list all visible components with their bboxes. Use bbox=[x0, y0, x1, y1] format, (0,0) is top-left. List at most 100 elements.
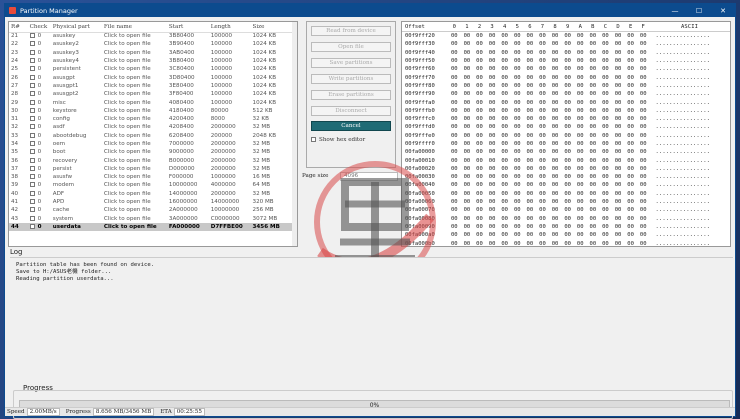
hex-byte[interactable]: 00 bbox=[549, 116, 562, 122]
hex-byte[interactable]: 00 bbox=[461, 66, 474, 72]
hex-byte[interactable]: 00 bbox=[624, 116, 637, 122]
hex-byte[interactable]: 00 bbox=[612, 108, 625, 114]
hex-byte[interactable]: 00 bbox=[574, 191, 587, 197]
hex-row[interactable]: 00fa00040 00 00 00 00 00 00 00 00 00 00 00 00 00 00 00 0… bbox=[402, 181, 730, 189]
hex-byte[interactable]: 00 bbox=[612, 141, 625, 147]
hex-byte[interactable]: 00 bbox=[473, 124, 486, 130]
hex-byte[interactable]: 00 bbox=[599, 91, 612, 97]
hex-byte[interactable]: 00 bbox=[624, 199, 637, 205]
hex-byte[interactable]: 00 bbox=[549, 83, 562, 89]
table-row[interactable]: 31 0 config Click to open file 4200400 8000 32… bbox=[9, 115, 297, 123]
hex-byte[interactable]: 00 bbox=[524, 124, 537, 130]
hex-byte[interactable]: 00 bbox=[511, 174, 524, 180]
hex-byte[interactable]: 00 bbox=[461, 232, 474, 238]
table-row[interactable]: 39 0 modem Click to open file 10000000 400000… bbox=[9, 181, 297, 189]
hex-byte[interactable]: 00 bbox=[461, 33, 474, 39]
hex-byte[interactable]: 00 bbox=[637, 133, 650, 139]
table-row[interactable]: 38 0 asusfw Click to open file F000000 100000… bbox=[9, 173, 297, 181]
file-name-link[interactable]: Click to open file bbox=[102, 190, 167, 198]
file-name-link[interactable]: Click to open file bbox=[102, 107, 167, 115]
row-checkbox[interactable] bbox=[29, 207, 35, 213]
hex-byte[interactable]: 00 bbox=[473, 141, 486, 147]
hex-byte[interactable]: 00 bbox=[524, 91, 537, 97]
hex-byte[interactable]: 00 bbox=[536, 83, 549, 89]
hex-byte[interactable]: 00 bbox=[511, 232, 524, 238]
hex-byte[interactable]: 00 bbox=[624, 241, 637, 246]
hex-byte[interactable]: 00 bbox=[612, 174, 625, 180]
hex-byte[interactable]: 00 bbox=[587, 191, 600, 197]
hex-byte[interactable]: 00 bbox=[612, 33, 625, 39]
table-row[interactable]: 29 0 misc Click to open file 4080400 100000 10… bbox=[9, 98, 297, 106]
hex-byte[interactable]: 00 bbox=[536, 149, 549, 155]
hex-byte[interactable]: 00 bbox=[511, 50, 524, 56]
hex-byte[interactable]: 00 bbox=[624, 166, 637, 172]
hex-row[interactable]: 00fa00000 00 00 00 00 00 00 00 00 00 00 00 00 00 00 00 0… bbox=[402, 148, 730, 156]
hex-byte[interactable]: 00 bbox=[473, 33, 486, 39]
hex-row[interactable]: 00fa000a0 00 00 00 00 00 00 00 00 00 00 00 00 00 00 00 0… bbox=[402, 231, 730, 239]
hex-byte[interactable]: 00 bbox=[473, 133, 486, 139]
hex-byte[interactable]: 00 bbox=[637, 66, 650, 72]
hex-byte[interactable]: 00 bbox=[624, 224, 637, 230]
hex-byte[interactable]: 00 bbox=[624, 158, 637, 164]
hex-byte[interactable]: 00 bbox=[448, 191, 461, 197]
hex-byte[interactable]: 00 bbox=[486, 224, 499, 230]
hex-byte[interactable]: 00 bbox=[511, 133, 524, 139]
show-hex-checkbox[interactable] bbox=[311, 137, 316, 142]
file-name-link[interactable]: Click to open file bbox=[102, 198, 167, 206]
hex-byte[interactable]: 00 bbox=[574, 124, 587, 130]
file-name-link[interactable]: Click to open file bbox=[102, 57, 167, 65]
hex-byte[interactable]: 00 bbox=[599, 116, 612, 122]
hex-byte[interactable]: 00 bbox=[498, 50, 511, 56]
hex-byte[interactable]: 00 bbox=[448, 232, 461, 238]
hex-byte[interactable]: 00 bbox=[461, 75, 474, 81]
hex-byte[interactable]: 00 bbox=[461, 166, 474, 172]
hex-byte[interactable]: 00 bbox=[587, 158, 600, 164]
hex-byte[interactable]: 00 bbox=[549, 174, 562, 180]
hex-byte[interactable]: 00 bbox=[574, 33, 587, 39]
hex-byte[interactable]: 00 bbox=[637, 124, 650, 130]
hex-byte[interactable]: 00 bbox=[612, 232, 625, 238]
hex-byte[interactable]: 00 bbox=[561, 124, 574, 130]
hex-byte[interactable]: 00 bbox=[498, 216, 511, 222]
hex-byte[interactable]: 00 bbox=[461, 91, 474, 97]
hex-byte[interactable]: 00 bbox=[612, 66, 625, 72]
hex-byte[interactable]: 00 bbox=[587, 199, 600, 205]
hex-byte[interactable]: 00 bbox=[448, 91, 461, 97]
table-row[interactable]: 26 0 asusgpt Click to open file 3D80400 10000… bbox=[9, 73, 297, 81]
hex-byte[interactable]: 00 bbox=[549, 108, 562, 114]
hex-byte[interactable]: 00 bbox=[486, 91, 499, 97]
hex-byte[interactable]: 00 bbox=[498, 174, 511, 180]
hex-row[interactable]: 00f9fff40 00 00 00 00 00 00 00 00 00 00 00 00 00 00 00 0… bbox=[402, 49, 730, 57]
hex-byte[interactable]: 00 bbox=[599, 149, 612, 155]
hex-byte[interactable]: 00 bbox=[448, 207, 461, 213]
hex-byte[interactable]: 00 bbox=[498, 224, 511, 230]
hex-byte[interactable]: 00 bbox=[561, 66, 574, 72]
hex-byte[interactable]: 00 bbox=[637, 83, 650, 89]
hex-byte[interactable]: 00 bbox=[574, 216, 587, 222]
hex-byte[interactable]: 00 bbox=[587, 83, 600, 89]
hex-byte[interactable]: 00 bbox=[461, 83, 474, 89]
hex-byte[interactable]: 00 bbox=[612, 133, 625, 139]
hex-byte[interactable]: 00 bbox=[524, 116, 537, 122]
hex-byte[interactable]: 00 bbox=[498, 66, 511, 72]
hex-byte[interactable]: 00 bbox=[624, 216, 637, 222]
file-name-link[interactable]: Click to open file bbox=[102, 82, 167, 90]
hex-row[interactable]: 00f9fffa0 00 00 00 00 00 00 00 00 00 00 00 00 00 00 00 0… bbox=[402, 98, 730, 106]
hex-byte[interactable]: 00 bbox=[473, 75, 486, 81]
hex-byte[interactable]: 00 bbox=[624, 58, 637, 64]
hex-byte[interactable]: 00 bbox=[473, 174, 486, 180]
hex-byte[interactable]: 00 bbox=[612, 91, 625, 97]
hex-byte[interactable]: 00 bbox=[461, 116, 474, 122]
hex-byte[interactable]: 00 bbox=[549, 50, 562, 56]
hex-byte[interactable]: 00 bbox=[511, 241, 524, 246]
hex-byte[interactable]: 00 bbox=[574, 66, 587, 72]
hex-byte[interactable]: 00 bbox=[498, 199, 511, 205]
hex-byte[interactable]: 00 bbox=[624, 33, 637, 39]
hex-byte[interactable]: 00 bbox=[524, 83, 537, 89]
hex-byte[interactable]: 00 bbox=[448, 116, 461, 122]
hex-byte[interactable]: 00 bbox=[561, 141, 574, 147]
hex-byte[interactable]: 00 bbox=[599, 41, 612, 47]
hex-byte[interactable]: 00 bbox=[624, 100, 637, 106]
hex-byte[interactable]: 00 bbox=[612, 124, 625, 130]
row-checkbox[interactable] bbox=[29, 157, 35, 163]
